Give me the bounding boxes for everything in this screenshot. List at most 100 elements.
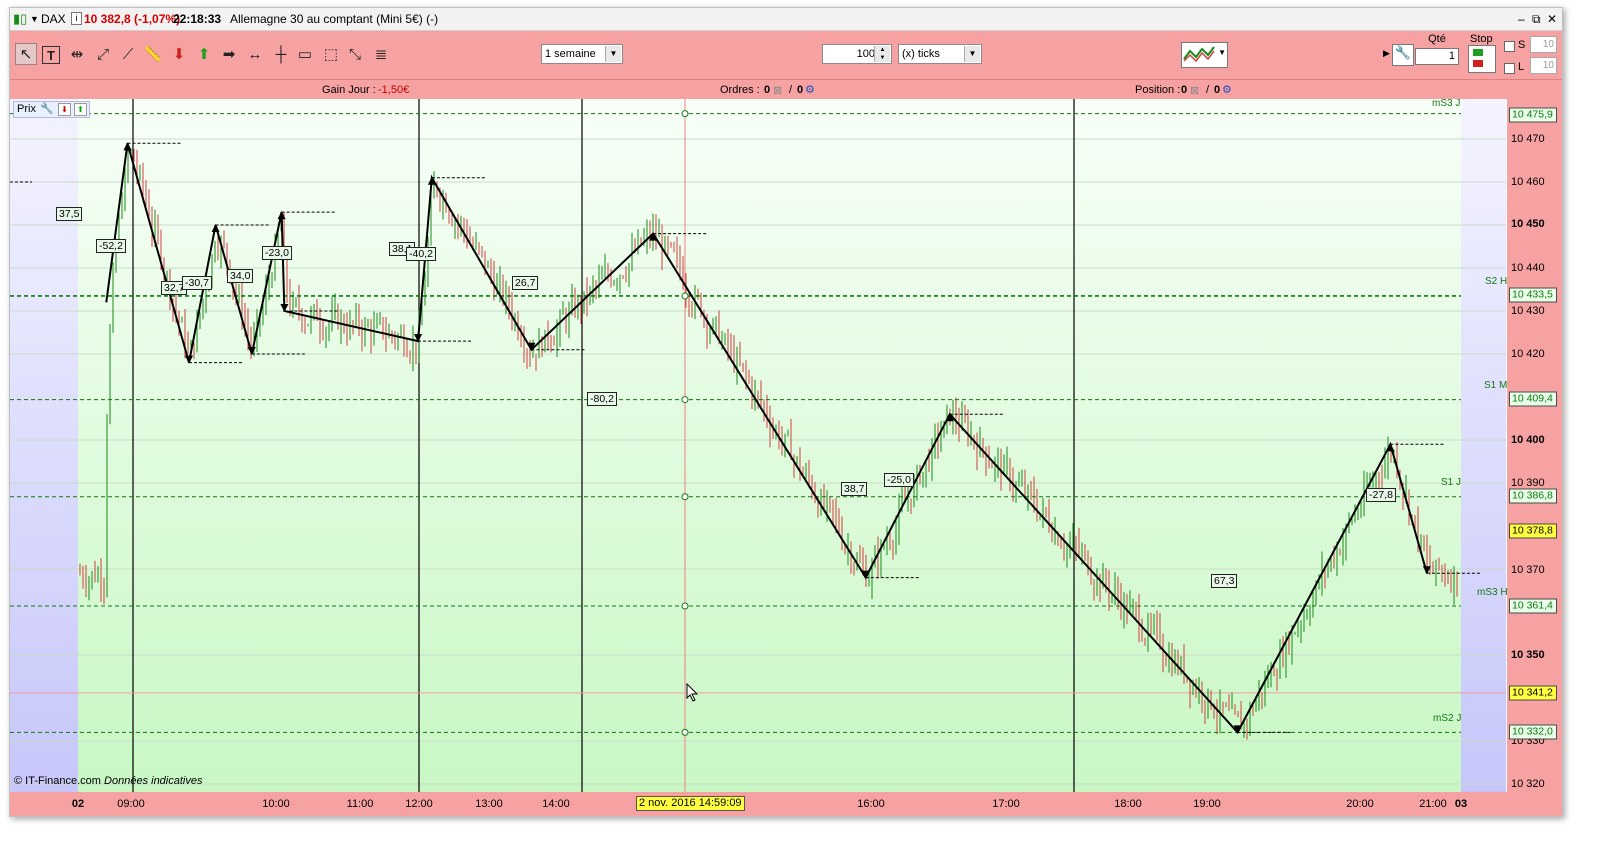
zigzag-tool-icon[interactable]: ⤡: [344, 43, 366, 65]
x-tick-label: 17:00: [992, 798, 1020, 810]
stop-s-checkbox[interactable]: [1504, 41, 1515, 52]
x-tick-label: 09:00: [117, 798, 145, 810]
zigzag-label: -25,0: [884, 473, 914, 487]
dropdown-arrow-icon[interactable]: ▼: [30, 14, 39, 24]
pointer-tool-icon[interactable]: ↖: [15, 43, 37, 65]
info-icon[interactable]: i: [71, 12, 82, 25]
price-box: 10 433,5: [1509, 287, 1557, 303]
clock: 22:18:33: [173, 12, 222, 26]
zigzag-label: 34,0: [227, 269, 254, 283]
play-icon[interactable]: ▶: [1383, 48, 1390, 59]
cancel-orders-icon[interactable]: ⊠: [773, 84, 782, 97]
level-label: mS3 J: [1432, 98, 1461, 109]
close-icon[interactable]: ✕: [1547, 12, 1557, 26]
level-label: S1 M: [1484, 380, 1508, 391]
source-label: © IT-Finance.com: [14, 775, 101, 787]
zigzag-label: 26,7: [512, 276, 539, 290]
zigzag-label: -30,7: [182, 276, 212, 290]
orders-count: 0: [764, 84, 771, 96]
level-marker: [681, 110, 689, 118]
price-box: 10 361,4: [1509, 598, 1557, 614]
price-chart[interactable]: Prix 🔧 ⬇ ⬆ © IT-Finance.com Données indi…: [10, 98, 1508, 792]
y-tick-label: 10 440: [1511, 262, 1545, 274]
qte-label: Qté: [1428, 33, 1446, 45]
x-tick-label: 18:00: [1114, 798, 1142, 810]
units-select[interactable]: (x) ticks ▼: [898, 44, 982, 64]
position-separator: /: [1206, 84, 1210, 96]
cursor-time-box: 2 nov. 2016 14:59:09: [636, 796, 745, 811]
spinner-icon[interactable]: ▲ ▼: [874, 46, 890, 62]
title-bar: ▮▯ ▼ DAX i 10 382,8 (-1,07%) 22:18:33 Al…: [10, 8, 1562, 31]
chart-type-button[interactable]: ▼: [1181, 42, 1228, 68]
l-input[interactable]: 10: [1530, 57, 1557, 74]
range-icon[interactable]: ↔: [244, 43, 266, 65]
order-ticket-icon[interactable]: [1468, 45, 1496, 73]
gain-label: Gain Jour :: [322, 84, 376, 96]
price-change: 10 382,8 (-1,07%): [84, 12, 181, 26]
zigzag-label: -80,2: [587, 392, 617, 406]
level-marker: [681, 602, 689, 610]
rectangle-tool-icon[interactable]: ▭: [294, 43, 316, 65]
y-tick-label: 10 430: [1511, 305, 1545, 317]
chevron-down-icon: ▼: [605, 46, 621, 62]
minimize-icon[interactable]: –: [1518, 12, 1525, 26]
level-label: S2 H: [1485, 276, 1508, 287]
orders-settings-icon[interactable]: ⚙: [805, 83, 815, 96]
sell-icon[interactable]: ⬇: [58, 103, 71, 116]
price-axis[interactable]: 10 470 10 460 10 450 10 440 10 430 10 42…: [1507, 99, 1562, 792]
s-input[interactable]: 10: [1530, 36, 1557, 53]
x-tick-label: 20:00: [1346, 798, 1374, 810]
y-tick-label: 10 450: [1511, 218, 1545, 230]
y-tick-label: 10 420: [1511, 348, 1545, 360]
position-settings-icon[interactable]: ⚙: [1222, 83, 1232, 96]
chevron-down-icon: ▼: [1218, 48, 1226, 57]
restore-icon[interactable]: ⧉: [1532, 12, 1541, 27]
zigzag-label: -40,2: [406, 247, 436, 261]
channel-tool-icon[interactable]: ⬚: [320, 43, 342, 65]
text-tool-icon[interactable]: T: [42, 46, 60, 64]
x-tick-label: 13:00: [475, 798, 503, 810]
x-tick-label: 11:00: [346, 798, 374, 810]
buy-arrow-icon[interactable]: ⬆: [193, 43, 215, 65]
x-tick-label: 21:00: [1419, 798, 1447, 810]
price-panel-header: Prix 🔧 ⬇ ⬆: [13, 101, 90, 118]
right-arrow-icon[interactable]: ➡: [218, 43, 240, 65]
wrench-icon[interactable]: 🔧: [1392, 44, 1414, 66]
sell-arrow-icon[interactable]: ⬇: [168, 43, 190, 65]
buy-icon[interactable]: ⬆: [74, 103, 87, 116]
quantity-input[interactable]: 100 ▲ ▼: [822, 44, 892, 64]
x-tick-label: 16:00: [857, 798, 885, 810]
time-axis[interactable]: 02 09:00 10:00 11:00 12:00 13:00 14:00 1…: [10, 792, 1562, 816]
zigzag-label: -27,8: [1366, 488, 1396, 502]
qte-input[interactable]: 1: [1415, 48, 1459, 65]
trend-line-icon[interactable]: ⤢: [92, 43, 114, 65]
chevron-down-icon: ▼: [964, 46, 980, 62]
ruler-icon[interactable]: 📏: [142, 43, 164, 65]
quantity-value: 100: [856, 48, 875, 60]
last-price-box: 10 378,8: [1509, 523, 1557, 539]
vertical-line-icon[interactable]: ┼: [270, 43, 292, 65]
x-tick-label: 19:00: [1193, 798, 1221, 810]
level-marker: [681, 292, 689, 300]
disclaimer-label: Données indicatives: [104, 775, 203, 787]
l-label: L: [1518, 61, 1525, 73]
x-tick-label: 12:00: [405, 798, 433, 810]
price-box: 10 386,8: [1509, 488, 1557, 504]
period-select-value: 1 semaine: [545, 48, 596, 60]
period-select[interactable]: 1 semaine ▼: [541, 44, 623, 64]
y-tick-label: 10 320: [1511, 778, 1545, 790]
y-tick-label: 10 460: [1511, 176, 1545, 188]
stop-l-checkbox[interactable]: [1504, 63, 1515, 74]
price-box: 10 475,9: [1509, 107, 1557, 123]
close-position-icon[interactable]: ⊠: [1190, 84, 1199, 97]
zigzag-label: -23,0: [262, 246, 292, 260]
zigzag-label: 38,7: [841, 482, 868, 496]
ray-line-icon[interactable]: ⟋: [117, 43, 139, 65]
wrench-icon[interactable]: 🔧: [40, 102, 54, 115]
mouse-cursor-icon: [686, 683, 699, 702]
fibonacci-icon[interactable]: ≣: [370, 43, 392, 65]
gain-value: -1,50€: [378, 84, 410, 96]
horizontal-line-icon[interactable]: ⇹: [66, 43, 88, 65]
symbol-label: DAX: [41, 12, 66, 26]
position-count: 0: [1181, 84, 1188, 96]
